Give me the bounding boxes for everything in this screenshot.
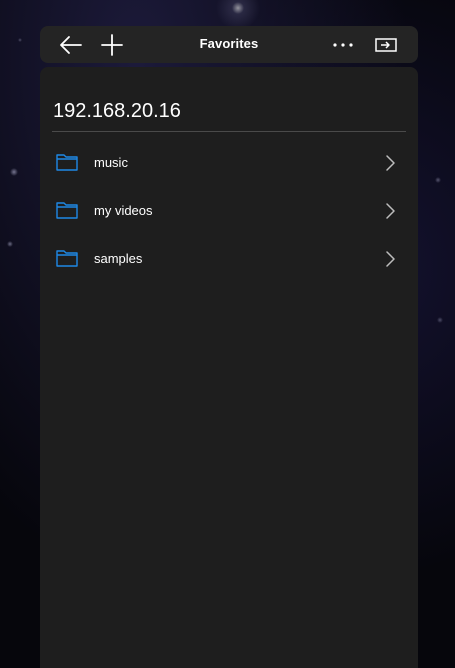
folder-icon — [56, 154, 78, 171]
more-dots-icon — [333, 43, 353, 47]
divider — [52, 131, 406, 132]
folder-icon — [56, 202, 78, 219]
more-options-button[interactable] — [328, 30, 358, 60]
folder-item-label: samples — [94, 251, 143, 266]
folder-item-my-videos[interactable]: my videos — [40, 187, 418, 235]
app-window: Favorites 192.168.20.16 music my videos … — [40, 26, 418, 668]
folder-item-samples[interactable]: samples — [40, 235, 418, 283]
folder-browser: 192.168.20.16 music my videos samples — [40, 67, 418, 668]
chevron-right-icon — [386, 203, 395, 219]
folder-item-label: music — [94, 155, 128, 170]
folder-list: music my videos samples — [40, 139, 418, 283]
server-address: 192.168.20.16 — [53, 100, 181, 122]
chevron-right-icon — [386, 251, 395, 267]
folder-icon — [56, 250, 78, 267]
folder-item-label: my videos — [94, 203, 153, 218]
title-bar: Favorites — [40, 26, 418, 63]
page-title: Favorites — [199, 36, 259, 51]
cast-to-device-icon — [375, 38, 397, 52]
folder-item-music[interactable]: music — [40, 139, 418, 187]
chevron-right-icon — [386, 155, 395, 171]
cast-button[interactable] — [371, 30, 401, 60]
